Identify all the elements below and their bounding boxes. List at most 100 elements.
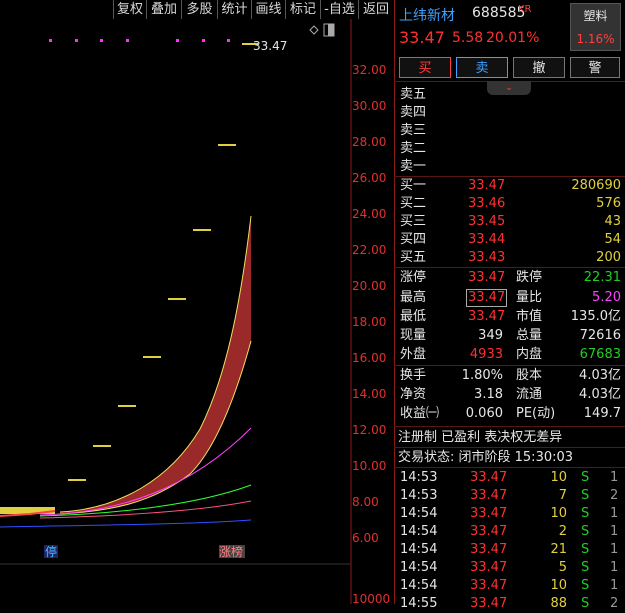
price-axis-label: 12.00 bbox=[352, 423, 387, 437]
sell-level-1: 卖一 bbox=[400, 159, 427, 174]
toolbar-draw-line-button[interactable]: 画线 bbox=[251, 0, 285, 19]
toolbar-multi-stock-button[interactable]: 多股 bbox=[181, 0, 217, 19]
sell-level-2: 卖二 bbox=[400, 141, 427, 156]
tick-price: 33.47 bbox=[470, 488, 508, 503]
tick-count: 2 bbox=[610, 596, 619, 611]
tick-count: 1 bbox=[610, 560, 619, 575]
sell-level-3: 卖三 bbox=[400, 123, 427, 138]
tick-volume: 10 bbox=[550, 506, 567, 521]
stats-row: 外盘 4933 内盘 67683 bbox=[400, 347, 621, 362]
buy-level-row: 买一 33.47 280690 bbox=[400, 178, 621, 193]
ma-line-pink bbox=[39, 500, 252, 519]
stats-row: 涨停 33.47 跌停 22.31 bbox=[400, 270, 621, 285]
buy-button[interactable]: 买 bbox=[399, 57, 451, 78]
tick-time: 14:54 bbox=[400, 506, 438, 521]
toolbar-mark-button[interactable]: 标记 bbox=[285, 0, 320, 19]
price-band bbox=[60, 216, 251, 514]
toolbar-remove-watchlist-button[interactable]: -自选 bbox=[320, 0, 358, 19]
trade-status: 交易状态: 闭市阶段 15:30:03 bbox=[398, 450, 574, 465]
buy-level-row: 买二 33.46 576 bbox=[400, 196, 621, 211]
toolbar-overlay-button[interactable]: 叠加 bbox=[146, 0, 181, 19]
price-axis-label: 6.00 bbox=[352, 531, 379, 545]
ma-line-blue bbox=[0, 519, 252, 528]
fundamentals-row: 换手 1.80% 股本 4.03亿 bbox=[400, 368, 621, 383]
tick-row: 14:54 33.47 2 S 1 bbox=[394, 523, 625, 541]
dotted-marker-row bbox=[49, 39, 230, 42]
stats-row: 最低 33.47 市值 135.0亿 bbox=[400, 309, 621, 324]
chart-toolbar: 复权 叠加 多股 统计 画线 标记 -自选 返回 bbox=[0, 0, 393, 19]
tick-side: S bbox=[581, 596, 590, 611]
tick-price: 33.47 bbox=[470, 578, 508, 593]
stats-row: 最高 33.47 量比 5.20 bbox=[400, 289, 621, 307]
price-axis-label: 24.00 bbox=[352, 207, 387, 221]
buy-level-row: 买三 33.45 43 bbox=[400, 214, 621, 229]
tick-row: 14:54 33.47 21 S 1 bbox=[394, 541, 625, 559]
tick-volume: 10 bbox=[550, 578, 567, 593]
tick-count: 1 bbox=[610, 578, 619, 593]
ma-line-magenta bbox=[39, 427, 252, 516]
tick-volume: 5 bbox=[558, 560, 567, 575]
suspend-marker: 停 bbox=[45, 545, 58, 559]
tick-price: 33.47 bbox=[470, 524, 508, 539]
limit-up-dashes bbox=[68, 43, 258, 481]
price-axis-label: 32.00 bbox=[352, 63, 387, 77]
tick-time: 14:55 bbox=[400, 596, 438, 611]
price-change: 5.58 bbox=[452, 30, 484, 46]
tick-row: 14:54 33.47 10 S 1 bbox=[394, 577, 625, 595]
tick-row: 14:53 33.47 10 S 1 bbox=[394, 469, 625, 487]
tick-row: 14:54 33.47 10 S 1 bbox=[394, 505, 625, 523]
fundamentals-row: 收益㈠ 0.060 PE(动) 149.7 bbox=[400, 406, 621, 421]
price-axis-label: 8.00 bbox=[352, 495, 379, 509]
last-price-tag: 33.47 bbox=[253, 39, 288, 53]
price-axis-label: 20.00 bbox=[352, 279, 387, 293]
sell-level-5: 卖五 bbox=[400, 87, 427, 102]
tick-side: S bbox=[581, 524, 590, 539]
sector-tag-box[interactable]: 塑料 1.16% bbox=[570, 3, 621, 51]
sector-tag-name: 塑料 bbox=[583, 9, 608, 23]
toolbar-statistics-button[interactable]: 统计 bbox=[217, 0, 251, 19]
tick-row: 14:53 33.47 7 S 2 bbox=[394, 487, 625, 505]
tick-count: 1 bbox=[610, 506, 619, 521]
fundamentals-row: 净资 3.18 流通 4.03亿 bbox=[400, 387, 621, 402]
tick-time: 14:53 bbox=[400, 470, 438, 485]
tick-side: S bbox=[581, 578, 590, 593]
price-axis-label: 14.00 bbox=[352, 387, 387, 401]
chart-canvas bbox=[0, 19, 352, 604]
kline-chart[interactable]: 33.47 停 涨榜 32.00 30.00 28.00 26.00 24.00… bbox=[0, 19, 393, 606]
tick-price: 33.47 bbox=[470, 542, 508, 557]
tick-price: 33.47 bbox=[470, 560, 508, 575]
sell-level-4: 卖四 bbox=[400, 105, 427, 120]
tick-time: 14:54 bbox=[400, 560, 438, 575]
tick-time: 14:54 bbox=[400, 542, 438, 557]
buy-level-row: 买四 33.44 54 bbox=[400, 232, 621, 247]
sell-button[interactable]: 卖 bbox=[456, 57, 508, 78]
price-axis-label: 30.00 bbox=[352, 99, 387, 113]
toolbar-restore-rights-button[interactable]: 复权 bbox=[113, 0, 146, 19]
tick-count: 1 bbox=[610, 524, 619, 539]
tick-volume: 88 bbox=[550, 596, 567, 611]
tick-price: 33.47 bbox=[470, 596, 508, 611]
tick-row: 14:55 33.47 88 S 2 bbox=[394, 595, 625, 613]
tick-side: S bbox=[581, 488, 590, 503]
current-price: 33.47 bbox=[399, 28, 445, 47]
price-axis-label: 22.00 bbox=[352, 243, 387, 257]
toolbar-back-button[interactable]: 返回 bbox=[358, 0, 393, 19]
price-axis-label: 28.00 bbox=[352, 135, 387, 149]
tick-volume: 7 bbox=[558, 488, 567, 503]
tick-volume: 10 bbox=[550, 470, 567, 485]
price-axis-label: 26.00 bbox=[352, 171, 387, 185]
price-axis-label: 10.00 bbox=[352, 459, 387, 473]
cancel-order-button[interactable]: 撤 bbox=[513, 57, 565, 78]
diamond-icon bbox=[309, 25, 319, 35]
tick-row: 14:54 33.47 5 S 1 bbox=[394, 559, 625, 577]
tick-time: 14:54 bbox=[400, 578, 438, 593]
tick-count: 1 bbox=[610, 542, 619, 557]
tick-volume: 21 bbox=[550, 542, 567, 557]
price-change-pct: 20.01% bbox=[486, 30, 540, 46]
price-axis-label: 16.00 bbox=[352, 351, 387, 365]
tick-price: 33.47 bbox=[470, 470, 508, 485]
tick-side: S bbox=[581, 506, 590, 521]
tick-side: S bbox=[581, 470, 590, 485]
listing-note: 注册制 已盈利 表决权无差异 bbox=[398, 430, 563, 445]
alert-button[interactable]: 警 bbox=[570, 57, 620, 78]
